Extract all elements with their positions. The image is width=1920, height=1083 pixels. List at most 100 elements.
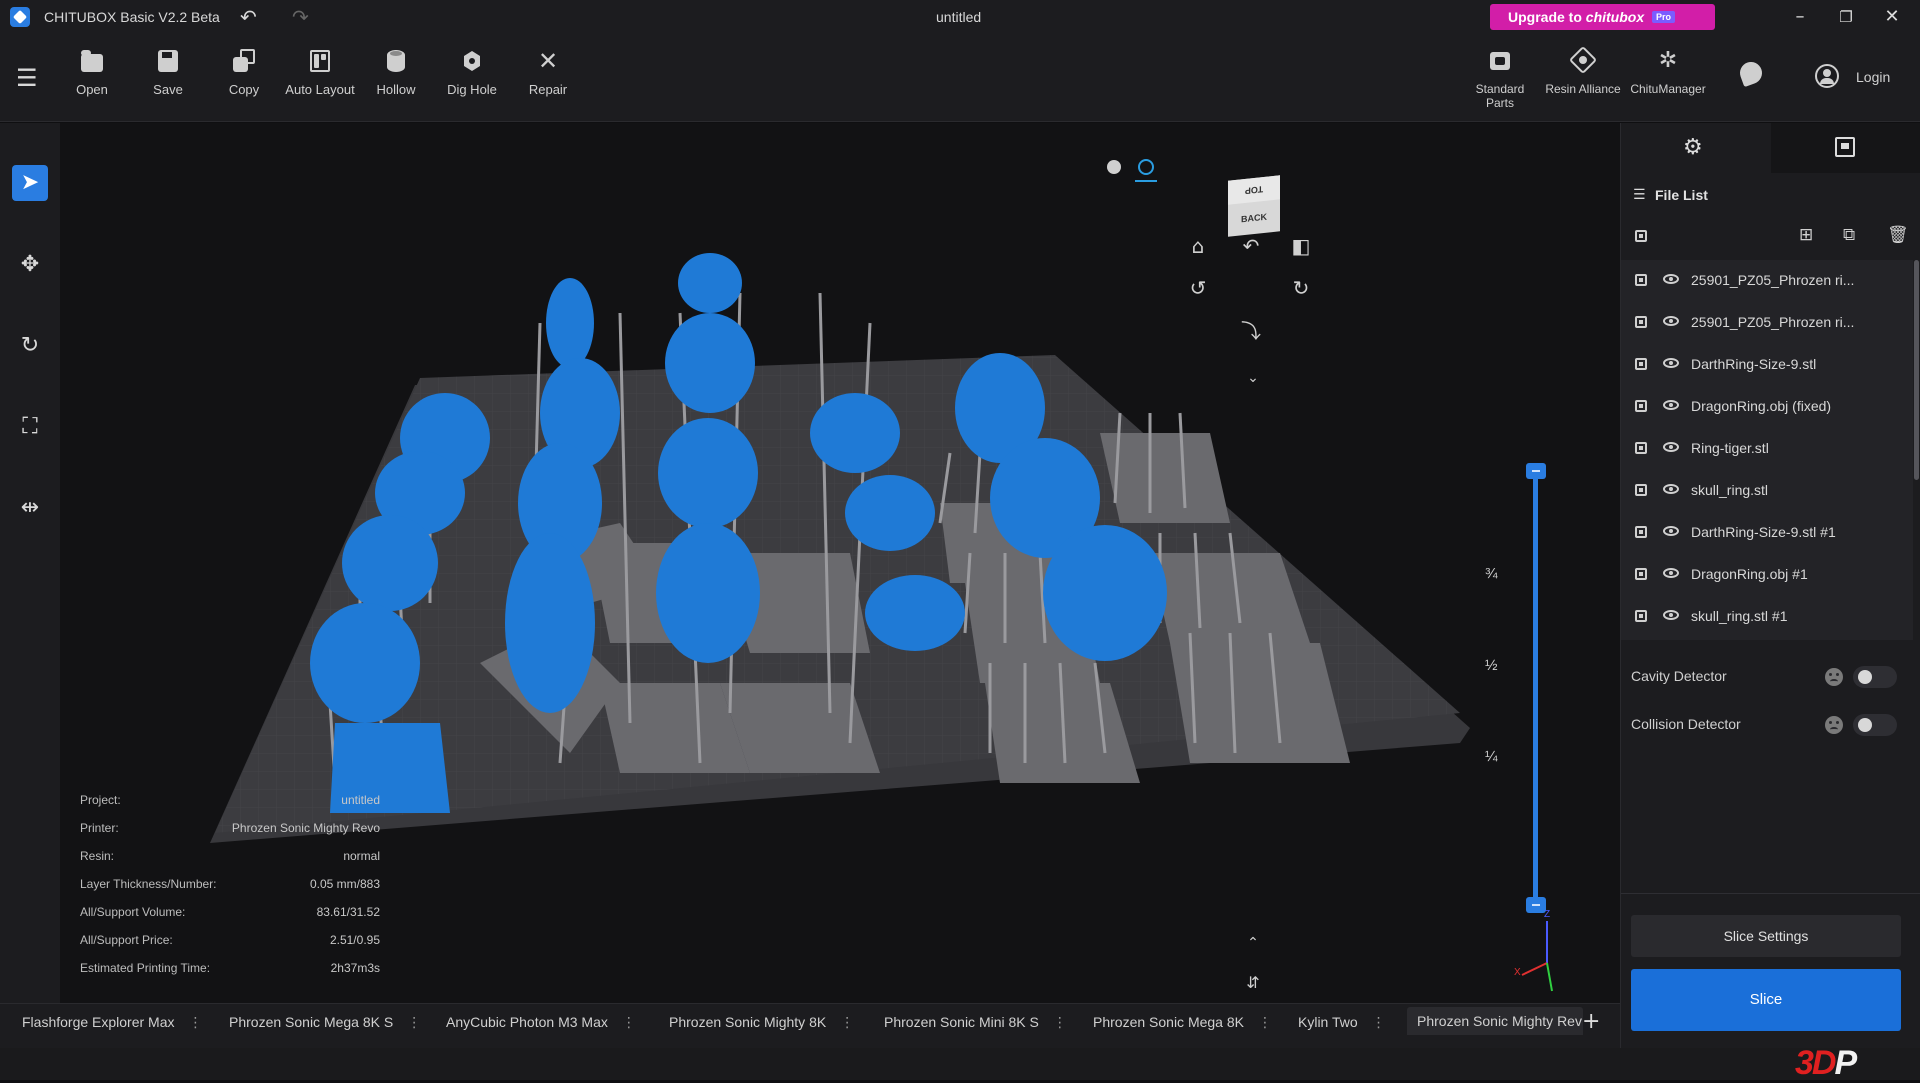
chitumanager-button[interactable]: ✲ ChituManager	[1628, 48, 1708, 96]
file-list-item[interactable]: DarthRing-Size-9.stl #1	[1621, 512, 1913, 554]
eye-icon[interactable]	[1663, 316, 1679, 326]
view-cube[interactable]: TOP BACK	[1228, 175, 1280, 237]
file-checkbox[interactable]	[1635, 568, 1647, 580]
tab-menu-icon[interactable]: ⋮	[1372, 1014, 1386, 1030]
move-tool-icon[interactable]: ✥	[12, 247, 48, 283]
file-checkbox[interactable]	[1635, 400, 1647, 412]
chevron-down-icon[interactable]: ⌄	[1238, 363, 1268, 393]
login-link[interactable]: Login	[1856, 69, 1890, 85]
slice-settings-button[interactable]: Slice Settings	[1631, 915, 1901, 957]
render-mode-switch[interactable]	[1105, 153, 1163, 183]
undo-icon[interactable]: ↶	[240, 5, 257, 29]
tab-menu-icon[interactable]: ⋮	[1258, 1014, 1272, 1030]
tab-menu-icon[interactable]: ⋮	[407, 1014, 421, 1030]
file-list-item[interactable]: 25901_PZ05_Phrozen ri...	[1621, 260, 1913, 302]
eye-icon[interactable]	[1663, 484, 1679, 494]
tab-menu-icon[interactable]: ⋮	[840, 1014, 854, 1030]
project-info: Project: untitled Printer: Phrozen Sonic M…	[80, 793, 380, 989]
printer-tab[interactable]: AnyCubic Photon M3 Max ⋮	[446, 1014, 636, 1031]
upgrade-button[interactable]: Upgrade to chitubox Pro	[1490, 4, 1715, 30]
eye-icon[interactable]	[1663, 274, 1679, 284]
file-list-item[interactable]: DragonRing.obj #1	[1621, 554, 1913, 596]
eye-icon[interactable]	[1663, 568, 1679, 578]
rotate-right-icon[interactable]: ↻	[1286, 273, 1316, 303]
add-file-icon[interactable]: ⊞	[1799, 225, 1813, 245]
eye-icon[interactable]	[1663, 610, 1679, 620]
viewcube-back[interactable]: BACK	[1228, 205, 1280, 230]
3d-viewport[interactable]: ⌂ ↶ ◧ ↺ ↻ ⤵ TOP BACK ⌄ ¾ ½ ¼ ⌃ ⇵ Z X Pro…	[60, 123, 1620, 1003]
eye-icon[interactable]	[1663, 526, 1679, 536]
user-avatar-icon[interactable]	[1815, 64, 1839, 88]
delete-icon[interactable]: 🗑	[1887, 225, 1909, 245]
tab-machine[interactable]	[1771, 123, 1920, 173]
open-button[interactable]: Open	[54, 48, 130, 97]
viewcube-top[interactable]: TOP	[1228, 175, 1280, 205]
tab-file-settings[interactable]: ⚙	[1621, 123, 1771, 173]
save-button[interactable]: Save	[130, 48, 206, 97]
rotate-tool-icon[interactable]: ↻	[12, 328, 48, 364]
add-tab-icon[interactable]: +	[1582, 1009, 1600, 1034]
cavity-detector-toggle[interactable]	[1853, 666, 1897, 688]
file-checkbox[interactable]	[1635, 316, 1647, 328]
restore-icon[interactable]: ❐	[1826, 4, 1866, 30]
file-list-item[interactable]: DarthRing-Size-9.stl	[1621, 344, 1913, 386]
eye-icon[interactable]	[1663, 442, 1679, 452]
printer-tab[interactable]: Phrozen Sonic Mega 8K ⋮	[1093, 1014, 1272, 1031]
file-list-item[interactable]: 25901_PZ05_Phrozen ri...	[1621, 302, 1913, 344]
slice-button[interactable]: Slice	[1631, 969, 1901, 1031]
file-list-scrollbar[interactable]	[1914, 260, 1919, 480]
select-tool-icon[interactable]: ➤	[12, 165, 48, 201]
eye-icon[interactable]	[1663, 400, 1679, 410]
rotate-view-icon[interactable]: ↶	[1236, 231, 1266, 261]
menu-icon[interactable]: ☰	[16, 64, 38, 92]
printer-tab[interactable]: Phrozen Sonic Mega 8K S ⋮	[229, 1014, 421, 1031]
solid-mode-icon[interactable]	[1107, 160, 1121, 174]
file-checkbox[interactable]	[1635, 274, 1647, 286]
file-checkbox[interactable]	[1635, 610, 1647, 622]
rotate-down-icon[interactable]: ⤵	[1236, 316, 1266, 346]
file-list-item[interactable]: Ring-tiger.stl	[1621, 428, 1913, 470]
mirror-tool-icon[interactable]: ⇹	[12, 490, 48, 526]
upper-handle[interactable]	[1526, 463, 1546, 479]
printer-tab[interactable]: Flashforge Explorer Max ⋮	[22, 1014, 203, 1031]
group-icon[interactable]: ⧉	[1843, 225, 1855, 245]
scale-tool-icon[interactable]: ⛶	[12, 409, 48, 445]
notification-icon[interactable]	[1736, 58, 1766, 88]
printer-tab[interactable]: Phrozen Sonic Mini 8K S ⋮	[884, 1014, 1067, 1031]
printer-tab-active[interactable]: Phrozen Sonic Mighty Rev	[1407, 1007, 1583, 1035]
minimize-icon[interactable]: –	[1780, 4, 1820, 30]
eye-icon[interactable]	[1663, 358, 1679, 368]
home-view-icon[interactable]: ⌂	[1183, 231, 1213, 261]
file-list-item[interactable]: skull_ring.stl	[1621, 470, 1913, 512]
resin-alliance-button[interactable]: Resin Alliance	[1545, 45, 1621, 96]
file-checkbox[interactable]	[1635, 526, 1647, 538]
rotate-left-icon[interactable]: ↺	[1183, 273, 1213, 303]
auto-layout-button[interactable]: Auto Layout	[282, 48, 358, 97]
collision-detector-toggle[interactable]	[1853, 714, 1897, 736]
file-checkbox[interactable]	[1635, 484, 1647, 496]
file-checkbox[interactable]	[1635, 442, 1647, 454]
standard-parts-button[interactable]: Standard Parts	[1462, 48, 1538, 110]
auto-layout-label: Auto Layout	[285, 82, 355, 97]
standard-parts-label: Standard Parts	[1475, 82, 1525, 110]
tab-menu-icon[interactable]: ⋮	[1053, 1014, 1067, 1030]
printer-tab[interactable]: Phrozen Sonic Mighty 8K ⋮	[669, 1014, 854, 1031]
hollow-button[interactable]: Hollow	[358, 48, 434, 97]
file-checkbox[interactable]	[1635, 358, 1647, 370]
repair-button[interactable]: ✕ Repair	[510, 48, 586, 97]
dig-hole-button[interactable]: Dig Hole	[434, 48, 510, 97]
printer-tab[interactable]: Kylin Two ⋮	[1298, 1014, 1386, 1031]
tab-menu-icon[interactable]: ⋮	[622, 1014, 636, 1030]
file-list-item[interactable]: DragonRing.obj (fixed)	[1621, 386, 1913, 428]
xray-mode-icon[interactable]	[1138, 159, 1154, 175]
select-all-checkbox[interactable]	[1635, 230, 1647, 242]
tab-menu-icon[interactable]: ⋮	[189, 1014, 203, 1030]
layer-adjust-icon[interactable]: ⇵	[1238, 968, 1268, 998]
copy-button[interactable]: Copy	[206, 48, 282, 97]
redo-icon[interactable]: ↷	[292, 5, 309, 29]
file-list-item[interactable]: skull_ring.stl #1	[1621, 596, 1913, 638]
chevron-up-icon[interactable]: ⌃	[1238, 928, 1268, 958]
layer-slider[interactable]	[1526, 463, 1546, 913]
close-icon[interactable]: ✕	[1872, 4, 1912, 30]
perspective-icon[interactable]: ◧	[1286, 231, 1316, 261]
